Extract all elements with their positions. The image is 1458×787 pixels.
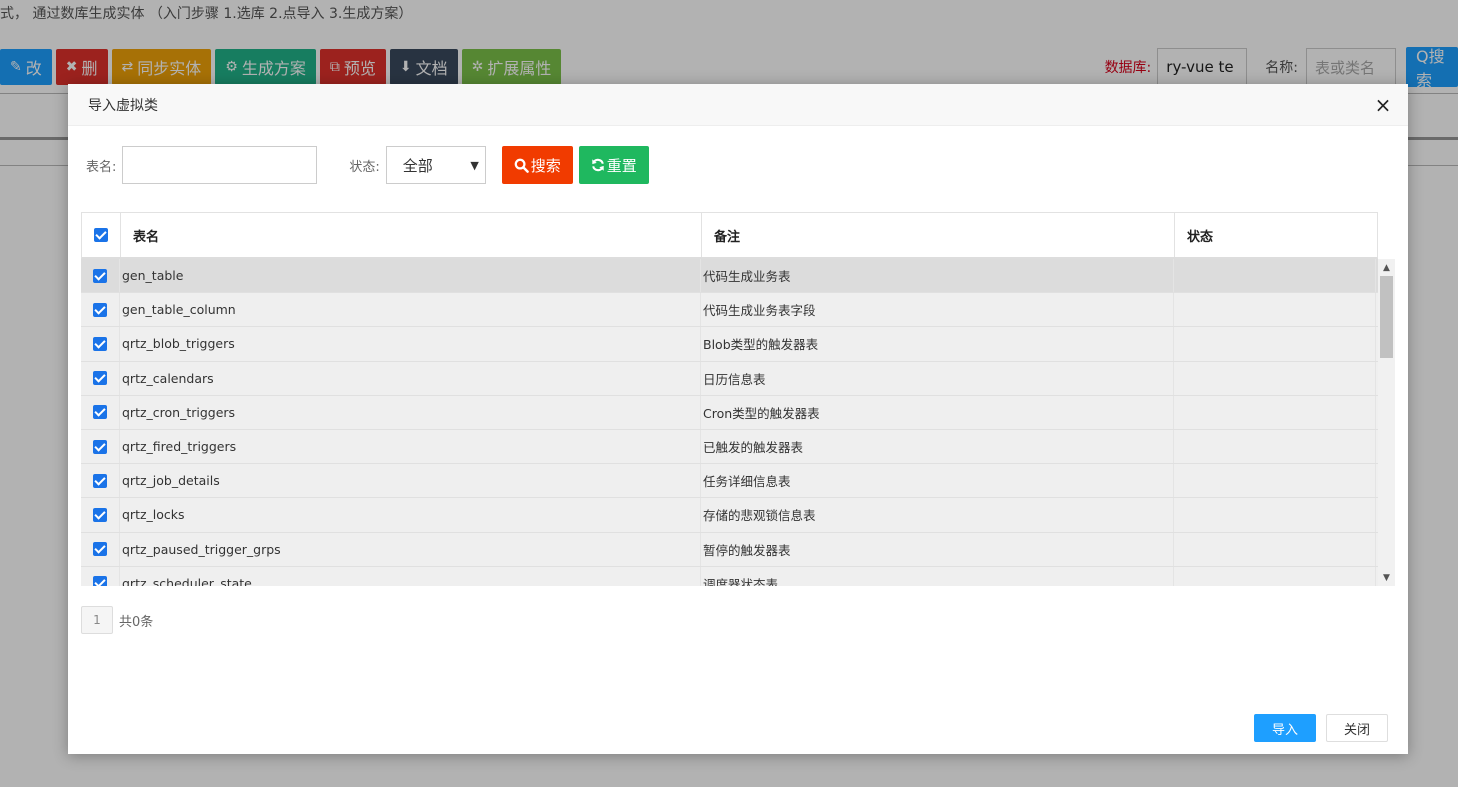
row-checkbox-cell: [81, 395, 120, 429]
row-checkbox[interactable]: [93, 473, 107, 488]
scroll-up-icon[interactable]: ▲: [1378, 259, 1395, 276]
page-number[interactable]: 1: [81, 606, 113, 634]
cell-status: [1174, 293, 1376, 327]
cell-status: [1174, 327, 1376, 361]
table-row[interactable]: qrtz_cron_triggers Cron类型的触发器表: [81, 395, 1378, 430]
pagination: 1 共0条: [81, 606, 153, 634]
cell-status: [1174, 464, 1376, 498]
close-icon[interactable]: ×: [1372, 93, 1394, 117]
cell-status: [1174, 498, 1376, 532]
row-checkbox[interactable]: [93, 542, 107, 557]
import-button[interactable]: 导入: [1254, 714, 1316, 742]
search-button[interactable]: 搜索: [501, 146, 573, 184]
row-checkbox-cell: [81, 327, 120, 361]
row-checkbox-cell: [81, 293, 120, 327]
table-name-label: 表名:: [86, 159, 117, 175]
row-checkbox-cell: [81, 566, 120, 586]
table-row[interactable]: qrtz_calendars 日历信息表: [81, 361, 1378, 396]
cell-note: 暂停的触发器表: [701, 532, 1174, 566]
refresh-icon: [591, 158, 604, 172]
chevron-down-icon: ▼: [470, 158, 479, 172]
dialog-title: 导入虚拟类: [68, 84, 1408, 126]
row-checkbox-cell: [81, 464, 120, 498]
column-header-note[interactable]: 备注: [702, 213, 1175, 257]
select-all-checkbox[interactable]: [94, 228, 108, 242]
search-label: 搜索: [530, 156, 561, 175]
cell-status: [1174, 429, 1376, 464]
cell-note: 代码生成业务表: [701, 259, 1174, 293]
cell-table-name: qrtz_scheduler_state: [120, 566, 701, 586]
cell-status: [1174, 395, 1376, 429]
close-button[interactable]: 关闭: [1326, 714, 1388, 742]
cell-note: 任务详细信息表: [701, 464, 1174, 498]
column-header-name[interactable]: 表名: [121, 213, 702, 257]
row-checkbox[interactable]: [93, 439, 107, 454]
table-row[interactable]: gen_table 代码生成业务表: [81, 259, 1378, 294]
row-checkbox-cell: [81, 361, 120, 395]
row-checkbox-cell: [81, 429, 120, 464]
cell-table-name: qrtz_blob_triggers: [120, 327, 701, 361]
row-checkbox[interactable]: [93, 405, 107, 420]
status-select[interactable]: 全部 ▼: [385, 146, 486, 184]
scroll-down-icon[interactable]: ▼: [1378, 569, 1395, 586]
cell-table-name: qrtz_cron_triggers: [120, 395, 701, 429]
row-checkbox-cell: [81, 259, 120, 293]
row-checkbox[interactable]: [93, 507, 107, 522]
table-row[interactable]: qrtz_locks 存储的悲观锁信息表: [81, 498, 1378, 533]
status-label: 状态:: [349, 159, 380, 175]
row-checkbox[interactable]: [93, 268, 107, 283]
table-body: gen_table 代码生成业务表 gen_table_column 代码生成业务表字…: [81, 259, 1378, 586]
cell-status: [1174, 361, 1376, 395]
select-all-cell: [82, 213, 121, 257]
cell-table-name: gen_table: [120, 259, 701, 293]
cell-status: [1174, 259, 1376, 293]
cell-note: 代码生成业务表字段: [701, 293, 1174, 327]
filter-bar: 表名: 状态: 全部 ▼ 搜索 重置: [86, 146, 649, 184]
table-row[interactable]: qrtz_job_details 任务详细信息表: [81, 464, 1378, 499]
cell-note: 调度器状态表: [701, 566, 1174, 586]
cell-note: 已触发的触发器表: [701, 429, 1174, 464]
row-checkbox[interactable]: [93, 336, 107, 351]
reset-label: 重置: [606, 156, 637, 175]
import-dialog: 导入虚拟类 × 表名: 状态: 全部 ▼ 搜索 重置 表名 备注 状态 gen_…: [68, 84, 1408, 754]
table-header: 表名 备注 状态: [81, 212, 1378, 259]
table-row[interactable]: qrtz_fired_triggers 已触发的触发器表: [81, 429, 1378, 465]
row-checkbox[interactable]: [93, 302, 107, 317]
cell-status: [1174, 532, 1376, 566]
row-checkbox-cell: [81, 532, 120, 566]
table-list: 表名 备注 状态 gen_table 代码生成业务表 gen_table_colum…: [81, 212, 1395, 586]
table-row[interactable]: qrtz_blob_triggers Blob类型的触发器表: [81, 327, 1378, 362]
row-checkbox[interactable]: [93, 371, 107, 386]
row-checkbox[interactable]: [93, 576, 107, 586]
row-checkbox-cell: [81, 498, 120, 532]
scroll-thumb[interactable]: [1380, 276, 1393, 358]
table-name-input[interactable]: [122, 146, 318, 184]
cell-note: Blob类型的触发器表: [701, 327, 1174, 361]
table-row[interactable]: qrtz_scheduler_state 调度器状态表: [81, 566, 1378, 586]
total-count: 共0条: [119, 614, 154, 630]
cell-table-name: qrtz_fired_triggers: [120, 429, 701, 464]
cell-note: 存储的悲观锁信息表: [701, 498, 1174, 532]
cell-table-name: gen_table_column: [120, 293, 701, 327]
table-scrollbar[interactable]: ▲ ▼: [1378, 259, 1395, 586]
column-header-status[interactable]: 状态: [1175, 213, 1377, 257]
cell-table-name: qrtz_job_details: [120, 464, 701, 498]
reset-button[interactable]: 重置: [578, 146, 649, 184]
cell-table-name: qrtz_locks: [120, 498, 701, 532]
cell-table-name: qrtz_paused_trigger_grps: [120, 532, 701, 566]
search-icon: [514, 158, 529, 173]
cell-table-name: qrtz_calendars: [120, 361, 701, 395]
cell-status: [1174, 566, 1376, 586]
cell-note: Cron类型的触发器表: [701, 395, 1174, 429]
table-row[interactable]: gen_table_column 代码生成业务表字段: [81, 293, 1378, 328]
table-row[interactable]: qrtz_paused_trigger_grps 暂停的触发器表: [81, 532, 1378, 567]
status-selected: 全部: [402, 156, 433, 175]
cell-note: 日历信息表: [701, 361, 1174, 395]
